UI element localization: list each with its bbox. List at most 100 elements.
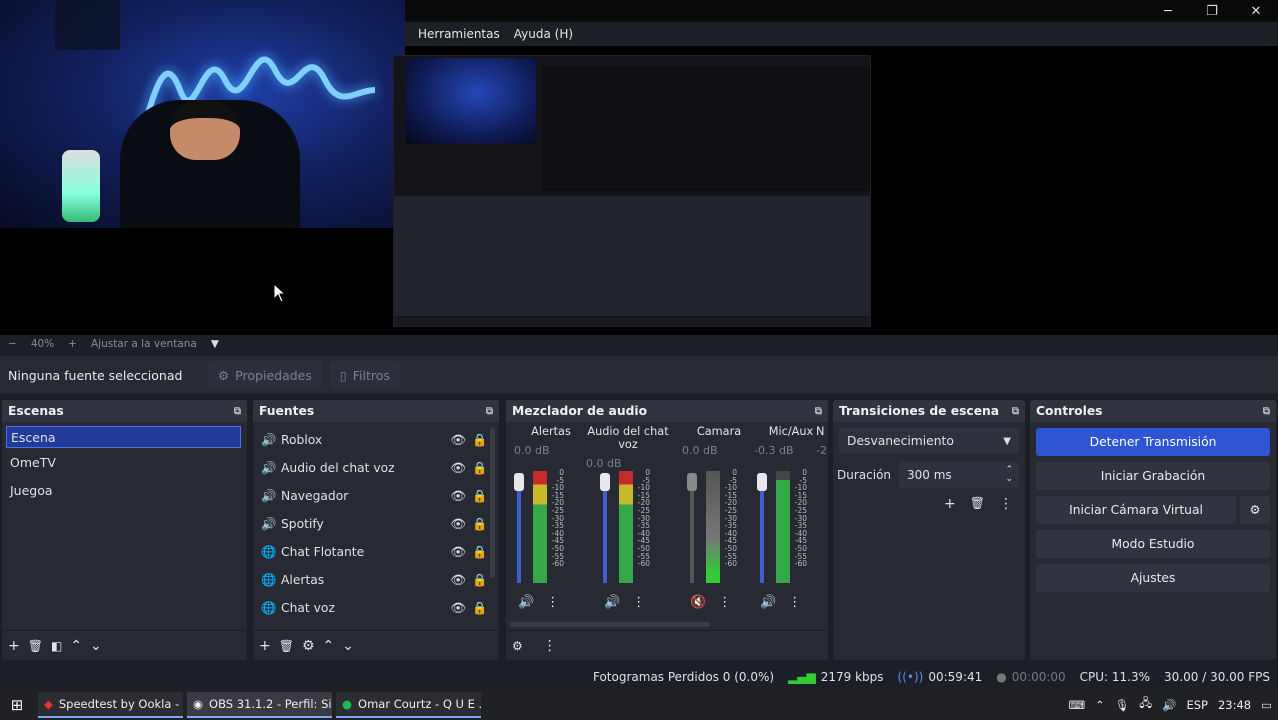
scene-item[interactable]: Juegoa [2, 476, 247, 504]
duration-spinbox[interactable]: 300 ms ⌃ ⌄ [899, 462, 1019, 488]
link-gear-icon[interactable]: ⚙ [512, 639, 523, 653]
properties-button[interactable]: ⚙ Propiedades [208, 361, 322, 389]
lock-icon[interactable]: 🔒 [469, 601, 491, 616]
windows-start-icon[interactable]: ⊞ [0, 696, 34, 714]
volume-slider[interactable] [600, 473, 610, 583]
slider-knob[interactable] [757, 473, 767, 491]
slider-knob[interactable] [687, 473, 697, 491]
sources-scrollbar[interactable] [490, 428, 495, 578]
lock-icon[interactable]: 🔒 [469, 545, 491, 560]
speaker-icon[interactable]: 🔊 [604, 595, 620, 610]
start-record-button[interactable]: Iniciar Grabación [1036, 462, 1270, 490]
network-icon[interactable]: 🖧 [1139, 696, 1152, 715]
lock-icon[interactable]: 🔒 [469, 433, 491, 448]
chevron-up-icon[interactable]: ⌃ [323, 638, 335, 654]
chevron-down-icon[interactable]: ▼ [211, 338, 219, 350]
volume-slider[interactable] [514, 473, 524, 583]
gear-icon[interactable]: ⚙ [302, 638, 315, 654]
chevron-up-icon[interactable]: ⌃ [1095, 698, 1105, 712]
undock-icon[interactable]: ⧉ [1263, 406, 1270, 417]
speaker-icon[interactable]: 🔊 [760, 595, 776, 610]
language-indicator[interactable]: ESP [1186, 698, 1208, 712]
chevron-down-icon[interactable]: ⌄ [90, 638, 102, 654]
more-icon[interactable]: ⋮ [788, 595, 801, 610]
slider-knob[interactable] [600, 473, 610, 491]
list-item[interactable]: 🌐 Chat Flotante 👁 🔒 [253, 538, 499, 566]
stepper-arrows-icon[interactable]: ⌃ ⌄ [1005, 466, 1013, 484]
zoom-out-button[interactable]: − [8, 338, 17, 350]
add-icon[interactable]: + [259, 638, 271, 654]
microphone-icon[interactable]: 🎙 [1115, 698, 1130, 712]
speaker-icon[interactable]: 🔊 [518, 595, 534, 610]
eye-icon[interactable]: 👁 [447, 433, 469, 448]
taskbar-app[interactable]: ◆ Speedtest by Ookla - ... [38, 692, 183, 718]
notification-icon[interactable]: ▭ [1261, 698, 1272, 712]
minimize-button[interactable]: ─ [1146, 4, 1190, 19]
lock-icon[interactable]: 🔒 [469, 461, 491, 476]
chevron-up-icon[interactable]: ⌃ [70, 638, 82, 654]
eye-icon[interactable]: 👁 [447, 601, 469, 616]
eye-icon[interactable]: 👁 [447, 545, 469, 560]
more-icon[interactable]: ⋮ [718, 595, 731, 610]
trash-icon[interactable]: 🗑 [28, 639, 43, 653]
scene-item[interactable]: Escena [6, 426, 241, 448]
lock-icon[interactable]: 🔒 [469, 489, 491, 504]
volume-slider[interactable] [757, 473, 767, 583]
list-item[interactable]: 🔊 Roblox 👁 🔒 [253, 426, 499, 454]
properties-label: Propiedades [235, 367, 312, 383]
undock-icon[interactable]: ⧉ [486, 406, 493, 417]
lock-icon[interactable]: 🔒 [469, 573, 491, 588]
settings-button[interactable]: Ajustes [1036, 564, 1270, 592]
restore-button[interactable]: ❐ [1190, 4, 1234, 19]
mixer-scrollbar[interactable] [510, 622, 710, 627]
chevron-down-icon[interactable]: ⌄ [342, 638, 354, 654]
add-icon[interactable]: + [944, 496, 956, 512]
transition-select[interactable]: Desvanecimiento ▼ [839, 428, 1019, 454]
speaker-icon: 🔊 [261, 432, 277, 447]
keyboard-icon[interactable]: ⌨ [1068, 698, 1085, 712]
menu-item-help[interactable]: Ayuda (H) [514, 27, 573, 41]
filters-button[interactable]: ▯ Filtros [329, 361, 400, 389]
eye-icon[interactable]: 👁 [447, 461, 469, 476]
studio-mode-button[interactable]: Modo Estudio [1036, 530, 1270, 558]
list-item[interactable]: 🔊 Navegador 👁 🔒 [253, 482, 499, 510]
add-icon[interactable]: + [8, 638, 20, 654]
filter-icon[interactable]: ◧ [51, 639, 62, 653]
list-item[interactable]: 🔊 Spotify 👁 🔒 [253, 510, 499, 538]
list-item[interactable]: 🔊 Audio del chat voz 👁 🔒 [253, 454, 499, 482]
trash-icon[interactable]: 🗑 [970, 496, 985, 512]
volume-meter [706, 471, 720, 583]
list-item[interactable]: 🌐 Alertas 👁 🔒 [253, 566, 499, 594]
trash-icon[interactable]: 🗑 [279, 639, 294, 653]
taskbar-app[interactable]: ◉ OBS 31.1.2 - Perfil: Si... [187, 692, 332, 718]
undock-icon[interactable]: ⧉ [234, 406, 241, 417]
eye-icon[interactable]: 👁 [447, 489, 469, 504]
more-icon[interactable]: ⋮ [543, 638, 557, 654]
gear-icon: ⚙ [218, 367, 230, 383]
list-item[interactable]: 🌐 Chat voz 👁 🔒 [253, 594, 499, 622]
preview-area[interactable]: ─ ❐ ✕ Herramientas Ayuda (H) [0, 0, 1278, 335]
taskbar-app[interactable]: ● Omar Courtz - Q U E ... [336, 692, 481, 718]
menu-item-tools[interactable]: Herramientas [418, 27, 500, 41]
zoom-in-button[interactable]: + [68, 338, 77, 350]
close-button[interactable]: ✕ [1234, 4, 1278, 19]
volume-icon[interactable]: 🔊 [1162, 698, 1176, 712]
more-icon[interactable]: ⋮ [999, 496, 1013, 512]
gear-icon[interactable]: ⚙ [1240, 496, 1270, 524]
undock-icon[interactable]: ⧉ [815, 406, 822, 417]
virtual-cam-button[interactable]: Iniciar Cámara Virtual [1036, 496, 1236, 524]
scene-item[interactable]: OmeTV [2, 448, 247, 476]
eye-icon[interactable]: 👁 [447, 517, 469, 532]
slider-knob[interactable] [514, 473, 524, 491]
more-icon[interactable]: ⋮ [632, 595, 645, 610]
eye-icon[interactable]: 👁 [447, 573, 469, 588]
fit-window-dropdown[interactable]: Ajustar a la ventana [91, 338, 197, 350]
sources-toolbar: + 🗑 ⚙ ⌃ ⌄ [253, 630, 499, 660]
more-icon[interactable]: ⋮ [546, 595, 559, 610]
volume-slider[interactable] [687, 473, 697, 583]
stop-stream-button[interactable]: Detener Transmisión [1036, 428, 1270, 456]
undock-icon[interactable]: ⧉ [1012, 406, 1019, 417]
clock[interactable]: 23:48 [1218, 698, 1251, 712]
lock-icon[interactable]: 🔒 [469, 517, 491, 532]
muted-speaker-icon[interactable]: 🔇 [690, 595, 706, 610]
